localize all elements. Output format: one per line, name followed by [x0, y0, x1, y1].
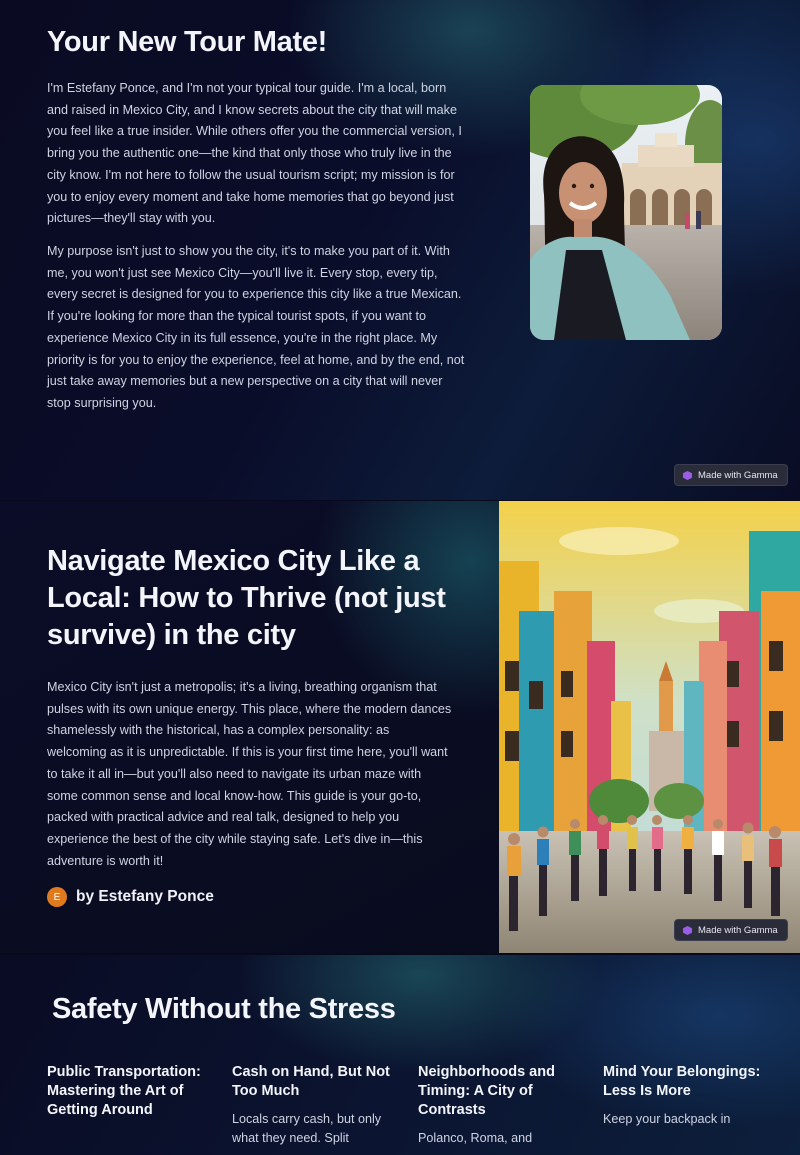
- author-byline: E by Estefany Ponce: [47, 887, 214, 907]
- column-heading: Public Transportation: Mastering the Art…: [47, 1064, 201, 1118]
- intro-paragraph: Mexico City isn't just a metropolis; it'…: [47, 680, 452, 868]
- column-text: Keep your backpack in: [603, 1112, 731, 1126]
- badge-label: Made with Gamma: [698, 924, 778, 936]
- made-with-gamma-badge[interactable]: Made with Gamma: [674, 464, 788, 486]
- purpose-paragraph: My purpose isn't just to show you the ci…: [47, 244, 465, 410]
- section-title: Safety Without the Stress: [52, 993, 396, 1025]
- safety-column-neighborhoods: Neighborhoods and Timing: A City of Cont…: [418, 1063, 583, 1148]
- column-heading: Cash on Hand, But Not Too Much: [232, 1064, 390, 1099]
- column-text: Polanco, Roma, and: [418, 1131, 533, 1145]
- safety-column-belongings: Mind Your Belongings: Less Is More Keep …: [603, 1063, 768, 1129]
- mexico-city-street-image: [499, 501, 800, 953]
- intro-paragraph: I'm Estefany Ponce, and I'm not your typ…: [47, 81, 462, 226]
- author-name: by Estefany Ponce: [76, 888, 214, 905]
- column-text: Locals carry cash, but only what they ne…: [232, 1112, 382, 1145]
- made-with-gamma-badge[interactable]: Made with Gamma: [674, 919, 788, 941]
- navigate-section: Navigate Mexico City Like a Local: How t…: [0, 501, 800, 953]
- section-title: Your New Tour Mate!: [47, 26, 328, 58]
- avatar: E: [47, 887, 67, 907]
- tour-mate-section: Your New Tour Mate! I'm Estefany Ponce, …: [0, 0, 800, 500]
- safety-column-cash: Cash on Hand, But Not Too Much Locals ca…: [232, 1063, 397, 1148]
- column-heading: Mind Your Belongings: Less Is More: [603, 1064, 761, 1099]
- badge-label: Made with Gamma: [698, 469, 778, 481]
- guide-portrait-photo: [530, 85, 722, 340]
- column-heading: Neighborhoods and Timing: A City of Cont…: [418, 1064, 555, 1118]
- gamma-logo-icon: [683, 470, 692, 480]
- section-title: Navigate Mexico City Like a Local: How t…: [47, 545, 446, 651]
- gamma-logo-icon: [683, 925, 692, 935]
- safety-column-transportation: Public Transportation: Mastering the Art…: [47, 1063, 212, 1129]
- safety-section: Safety Without the Stress Public Transpo…: [0, 955, 800, 1155]
